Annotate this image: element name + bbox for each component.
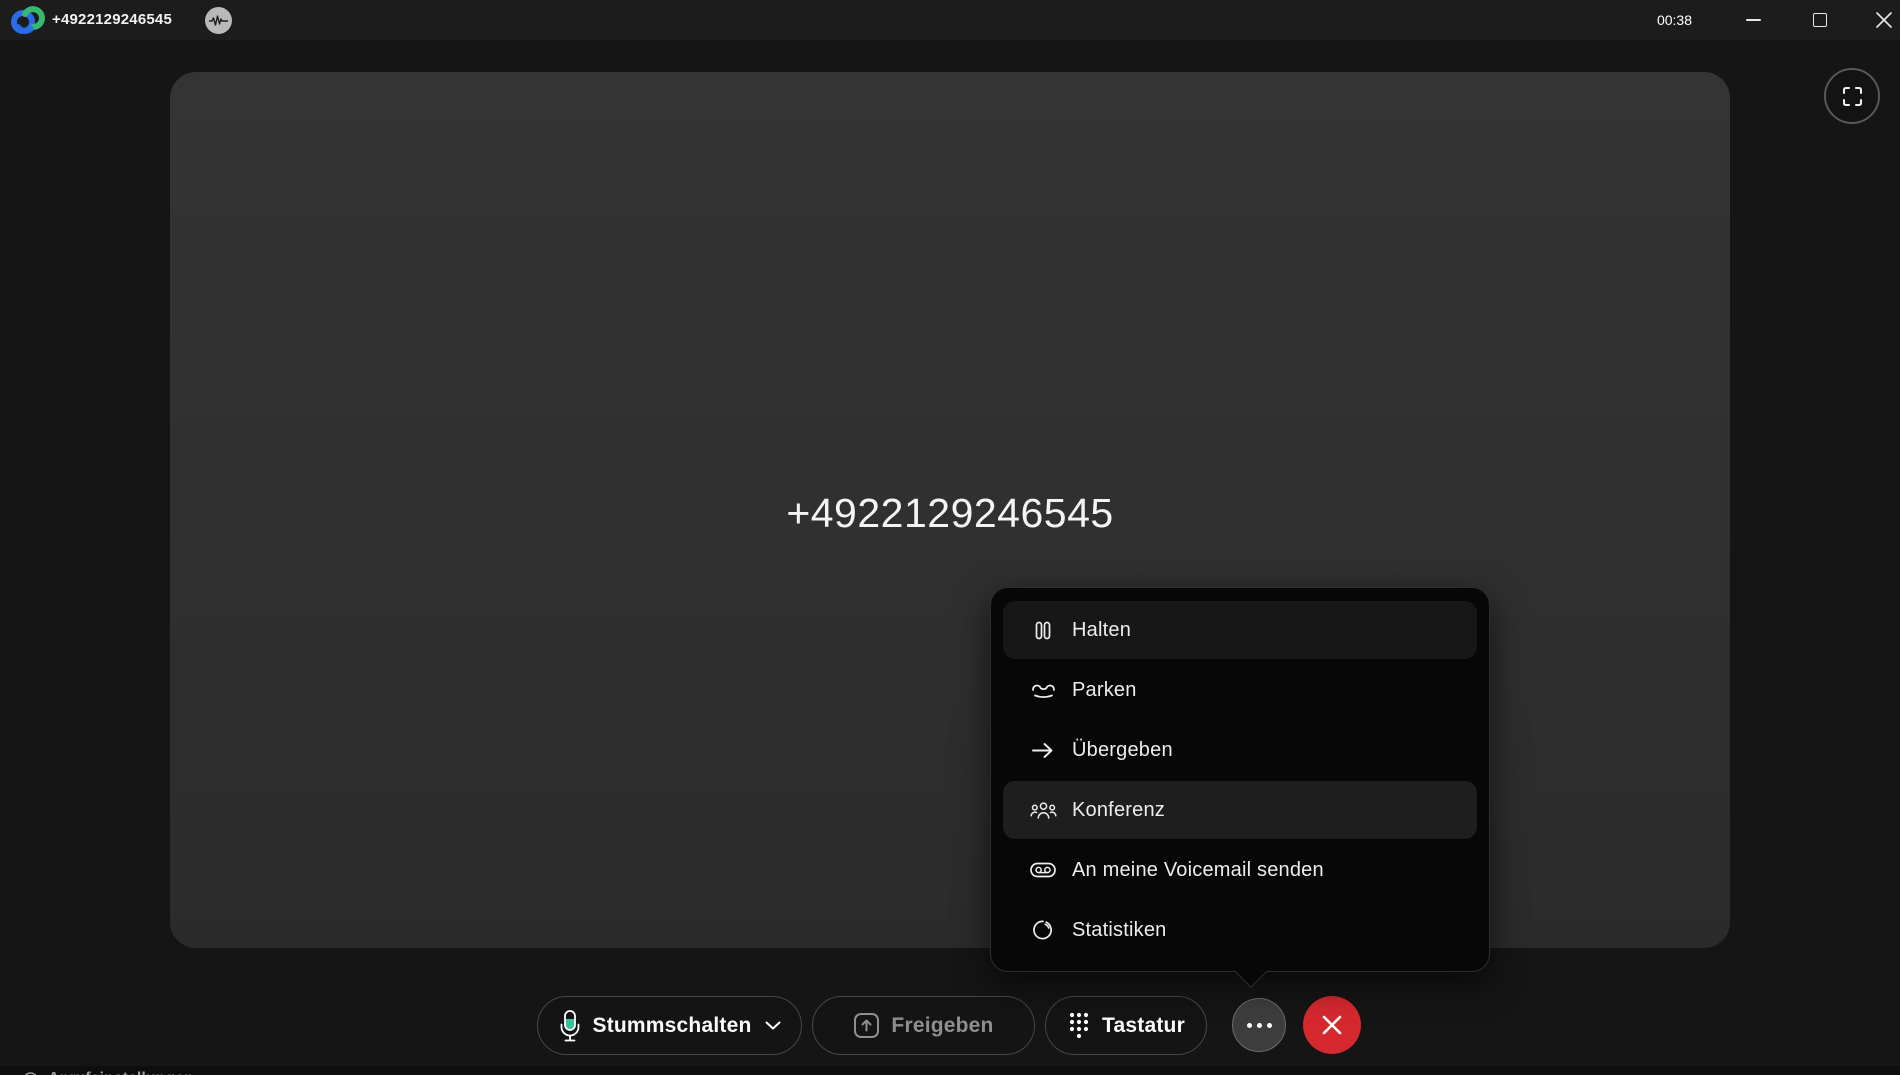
call-park-handset-icon	[1029, 681, 1057, 700]
more-ellipsis-icon	[1247, 1023, 1272, 1028]
titlebar-caller-id: +4922129246545	[52, 0, 172, 40]
fullscreen-button[interactable]	[1824, 68, 1880, 124]
call-timer: 00:38	[1657, 0, 1692, 40]
stage-caller-number: +4922129246545	[170, 490, 1730, 537]
voice-waveform-icon	[209, 15, 228, 27]
maximize-button[interactable]	[1797, 0, 1843, 40]
call-settings-label: Anrufeinstellungen	[48, 1070, 194, 1075]
share-button-label: Freigeben	[891, 1014, 993, 1038]
share-button[interactable]: Freigeben	[812, 996, 1035, 1055]
menu-caret	[1234, 954, 1268, 988]
call-settings-icon	[22, 1071, 39, 1075]
mute-button-label: Stummschalten	[593, 1014, 752, 1038]
voicemail-icon	[1029, 861, 1057, 879]
keypad-button-label: Tastatur	[1102, 1014, 1185, 1038]
close-button[interactable]	[1861, 0, 1900, 40]
end-call-x-icon	[1319, 1012, 1345, 1038]
menu-item-statistiken[interactable]: Statistiken	[1003, 901, 1477, 959]
audio-indicator-button[interactable]	[205, 7, 232, 34]
menu-item-label: Statistiken	[1072, 919, 1166, 942]
menu-item-parken[interactable]: Parken	[1003, 661, 1477, 719]
menu-item-voicemail[interactable]: An meine Voicemail senden	[1003, 841, 1477, 899]
mute-button[interactable]: Stummschalten	[537, 996, 802, 1055]
transfer-arrow-right-icon	[1029, 742, 1057, 759]
fullscreen-expand-icon	[1842, 86, 1863, 107]
menu-item-label: Halten	[1072, 619, 1131, 642]
menu-item-label: Parken	[1072, 679, 1137, 702]
more-options-button[interactable]	[1232, 998, 1286, 1052]
call-stage: +4922129246545	[170, 72, 1730, 948]
call-options-menu: Halten Parken Übergeben	[990, 587, 1490, 972]
statistics-pie-icon	[1029, 919, 1057, 941]
background-window-strip: Anrufeinstellungen	[0, 1066, 1900, 1075]
titlebar: +4922129246545 00:38	[0, 0, 1900, 40]
webex-logo-icon	[11, 5, 45, 35]
microphone-icon	[558, 1009, 582, 1043]
maximize-icon	[1813, 13, 1827, 27]
menu-item-halten[interactable]: Halten	[1003, 601, 1477, 659]
dialpad-icon	[1067, 1011, 1091, 1040]
keypad-button[interactable]: Tastatur	[1045, 996, 1207, 1055]
menu-item-uebergeben[interactable]: Übergeben	[1003, 721, 1477, 779]
menu-item-konferenz[interactable]: Konferenz	[1003, 781, 1477, 839]
chevron-down-icon	[765, 1021, 781, 1030]
menu-item-label: Übergeben	[1072, 739, 1173, 762]
menu-item-label: An meine Voicemail senden	[1072, 859, 1324, 882]
call-settings-link[interactable]: Anrufeinstellungen	[22, 1070, 194, 1075]
share-screen-icon	[853, 1012, 880, 1039]
pause-icon	[1029, 620, 1057, 641]
close-icon	[1876, 12, 1892, 28]
minimize-button[interactable]	[1730, 0, 1776, 40]
end-call-button[interactable]	[1303, 996, 1361, 1054]
minimize-icon	[1746, 19, 1761, 21]
menu-item-label: Konferenz	[1072, 799, 1165, 822]
conference-people-icon	[1029, 800, 1057, 821]
